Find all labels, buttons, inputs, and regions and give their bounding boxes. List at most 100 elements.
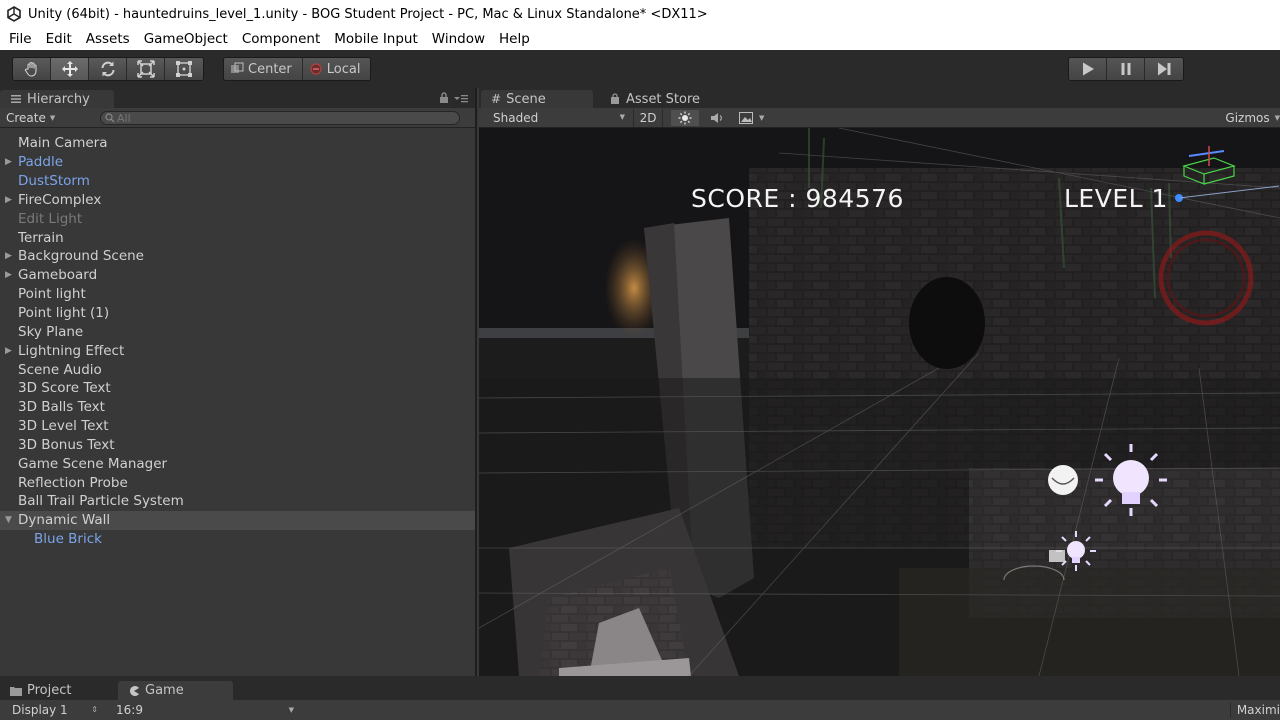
scene-tabbar: # Scene Asset Store <box>479 88 1280 108</box>
hierarchy-item-terrain[interactable]: Terrain <box>0 228 475 247</box>
scene-hash-icon: # <box>491 92 502 106</box>
dropdown-arrow-icon: ▼ <box>1274 114 1280 122</box>
expand-arrow-icon[interactable]: ▶ <box>0 251 14 261</box>
2d-toggle[interactable]: 2D <box>633 109 663 127</box>
menu-window[interactable]: Window <box>425 31 492 47</box>
gizmos-label: Gizmos <box>1225 111 1270 125</box>
pause-button[interactable] <box>1107 58 1145 80</box>
shading-mode-dropdown[interactable]: Shaded ▼ <box>493 111 625 125</box>
hierarchy-item-lightning-effect[interactable]: ▶ Lightning Effect <box>0 341 475 360</box>
image-icon <box>739 112 753 124</box>
tab-hierarchy[interactable]: Hierarchy <box>0 90 114 108</box>
list-icon <box>11 95 21 103</box>
expand-arrow-icon[interactable]: ▶ <box>0 346 14 356</box>
collapse-arrow-icon[interactable]: ▼ <box>0 515 14 525</box>
display-label: Display 1 <box>12 703 68 717</box>
menu-help[interactable]: Help <box>492 31 537 47</box>
rotate-tool-button[interactable] <box>89 58 127 80</box>
hierarchy-item-3d-bonus-text[interactable]: 3D Bonus Text <box>0 436 475 455</box>
scene-panel: # Scene Asset Store Shaded ▼ 2D ▼ Gizmos… <box>479 88 1280 676</box>
game-toolbar: Display 1 ⇕ 16:9 ▼ Maximi <box>0 700 1280 720</box>
tab-scene[interactable]: # Scene <box>481 90 593 108</box>
hierarchy-item-paddle[interactable]: ▶ Paddle <box>0 153 475 172</box>
expand-arrow-icon[interactable]: ▶ <box>0 157 14 167</box>
item-label: Main Camera <box>18 135 108 152</box>
audio-toggle[interactable] <box>705 110 729 126</box>
play-button[interactable] <box>1069 58 1107 80</box>
hierarchy-item-firecomplex[interactable]: ▶ FireComplex <box>0 191 475 210</box>
local-space-icon <box>310 63 322 75</box>
pivot-local-button[interactable]: Local <box>302 58 371 80</box>
maximize-on-play-toggle[interactable]: Maximi <box>1229 703 1280 717</box>
step-button[interactable] <box>1145 58 1183 80</box>
pivot-center-button[interactable]: Center <box>224 58 303 80</box>
dropdown-arrow-icon: ▼ <box>288 706 294 714</box>
item-label: Blue Brick <box>34 531 102 548</box>
aspect-dropdown[interactable]: 16:9 ▼ <box>116 703 294 717</box>
hierarchy-list: Main Camera ▶ Paddle DustStorm ▶ FireCompl… <box>0 134 475 549</box>
gizmos-dropdown[interactable]: Gizmos ▼ <box>1225 111 1280 125</box>
hierarchy-item-point-light[interactable]: Point light <box>0 285 475 304</box>
scale-tool-button[interactable] <box>127 58 165 80</box>
rect-transform-icon <box>176 61 192 77</box>
tab-project[interactable]: Project <box>0 681 81 700</box>
lock-icon[interactable] <box>439 92 449 107</box>
effects-dropdown[interactable]: ▼ <box>737 110 773 126</box>
hierarchy-item-3d-level-text[interactable]: 3D Level Text <box>0 417 475 436</box>
rect-tool-button[interactable] <box>165 58 203 80</box>
tab-game[interactable]: Game <box>118 681 233 700</box>
item-label: Ball Trail Particle System <box>18 493 184 510</box>
hierarchy-item-game-scene-manager[interactable]: Game Scene Manager <box>0 454 475 473</box>
menu-edit[interactable]: Edit <box>39 31 79 47</box>
scene-viewport[interactable]: SCORE : 984576 LEVEL 1 <box>479 128 1280 676</box>
tab-hierarchy-label: Hierarchy <box>27 91 90 107</box>
item-label: Edit Light <box>18 210 83 227</box>
hierarchy-item-edit-light[interactable]: Edit Light <box>0 209 475 228</box>
hierarchy-item-gameboard[interactable]: ▶ Gameboard <box>0 266 475 285</box>
menu-assets[interactable]: Assets <box>79 31 137 47</box>
item-label: Background Scene <box>18 248 144 265</box>
item-label: DustStorm <box>18 173 90 190</box>
move-tool-button[interactable] <box>51 58 89 80</box>
hierarchy-item-reflection-probe[interactable]: Reflection Probe <box>0 473 475 492</box>
play-icon <box>1082 62 1094 76</box>
search-input[interactable] <box>117 111 417 125</box>
tab-asset-store[interactable]: Asset Store <box>599 90 710 108</box>
bottom-tabbar: Project Game <box>0 676 1280 700</box>
menu-gameobject[interactable]: GameObject <box>137 31 235 47</box>
display-dropdown[interactable]: Display 1 ⇕ <box>12 703 98 717</box>
hierarchy-item-background-scene[interactable]: ▶ Background Scene <box>0 247 475 266</box>
pivot-center-icon <box>231 62 244 73</box>
panel-options-icon[interactable] <box>453 92 469 107</box>
hierarchy-item-dynamic-wall[interactable]: ▼ Dynamic Wall <box>0 510 475 530</box>
hierarchy-item-3d-balls-text[interactable]: 3D Balls Text <box>0 398 475 417</box>
scale-icon <box>136 60 155 78</box>
hierarchy-item-sky-plane[interactable]: Sky Plane <box>0 322 475 341</box>
expand-arrow-icon[interactable]: ▶ <box>0 195 14 205</box>
search-icon <box>105 113 115 123</box>
hierarchy-item-duststorm[interactable]: DustStorm <box>0 172 475 191</box>
menu-mobile-input[interactable]: Mobile Input <box>327 31 425 47</box>
folder-icon <box>10 686 22 696</box>
hierarchy-item-main-camera[interactable]: Main Camera <box>0 134 475 153</box>
item-label: Terrain <box>18 229 64 246</box>
expand-arrow-icon[interactable]: ▶ <box>0 270 14 280</box>
scene-toolbar: Shaded ▼ 2D ▼ Gizmos ▼ <box>479 108 1280 128</box>
tab-project-label: Project <box>27 683 72 698</box>
speaker-icon <box>711 113 722 123</box>
menu-component[interactable]: Component <box>235 31 327 47</box>
create-dropdown[interactable]: Create ▼ <box>6 110 55 126</box>
menu-file[interactable]: File <box>2 31 39 47</box>
maximize-label: Maximi <box>1236 703 1280 717</box>
2d-label: 2D <box>639 111 657 125</box>
hierarchy-item-point-light-1[interactable]: Point light (1) <box>0 304 475 323</box>
hierarchy-item-blue-brick[interactable]: Blue Brick <box>0 530 475 549</box>
create-label: Create <box>6 111 46 125</box>
level-text: LEVEL 1 <box>1064 184 1168 213</box>
lighting-toggle[interactable] <box>671 110 699 126</box>
hierarchy-item-scene-audio[interactable]: Scene Audio <box>0 360 475 379</box>
hierarchy-item-ball-trail-particle-system[interactable]: Ball Trail Particle System <box>0 492 475 511</box>
hierarchy-search[interactable] <box>100 111 460 125</box>
hierarchy-item-3d-score-text[interactable]: 3D Score Text <box>0 379 475 398</box>
hand-tool-button[interactable] <box>13 58 51 80</box>
